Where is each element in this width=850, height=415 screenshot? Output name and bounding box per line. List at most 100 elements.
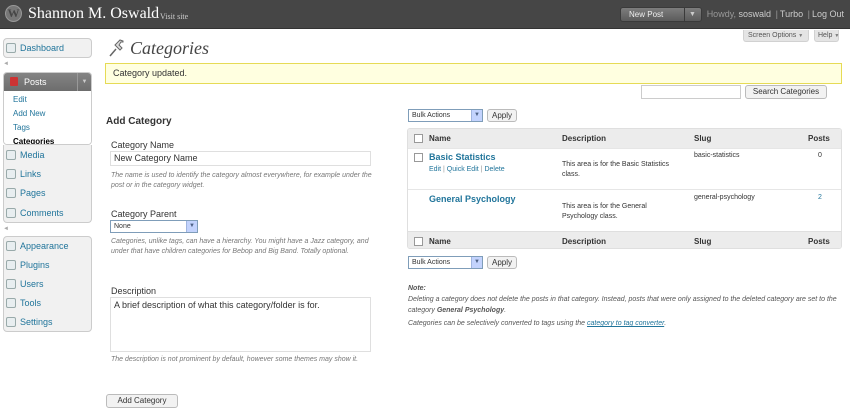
sidebar-item-tools[interactable]: Tools — [3, 294, 92, 312]
sidebar-item-label: Users — [20, 279, 44, 289]
separator: | — [807, 9, 810, 19]
chevron-down-icon[interactable]: ▼ — [77, 73, 91, 91]
site-title[interactable]: Shannon M. Oswald — [28, 5, 159, 23]
column-description[interactable]: Description — [562, 237, 606, 246]
sidebar-item-settings[interactable]: Settings — [3, 313, 92, 331]
bulk-actions-value: Bulk Actions — [412, 259, 451, 266]
categories-table: Name Description Slug Posts Basic Statis… — [407, 128, 842, 249]
sidebar-item-label: Plugins — [20, 260, 50, 270]
separator: | — [443, 166, 445, 173]
note-text: Categories can be selectively converted … — [408, 320, 586, 327]
dashboard-icon — [6, 43, 16, 53]
visit-site-label: Visit site — [160, 12, 189, 21]
pages-icon — [6, 188, 16, 198]
update-notice: Category updated. — [105, 63, 842, 84]
media-icon — [6, 150, 16, 160]
chevron-down-icon[interactable]: ▼ — [186, 221, 197, 232]
row-checkbox[interactable] — [414, 153, 423, 162]
category-name-label: Category Name — [111, 140, 175, 150]
column-name[interactable]: Name — [429, 134, 451, 143]
visit-site-dash: — — [150, 12, 158, 21]
sidebar-item-appearance[interactable]: Appearance — [3, 237, 92, 255]
table-footer: Name Description Slug Posts — [408, 231, 841, 248]
category-description: This area is for the Basic Statistics cl… — [562, 161, 669, 178]
username-link[interactable]: soswald — [739, 9, 772, 19]
add-category-button[interactable]: Add Category — [106, 394, 178, 408]
row-actions: Edit | Quick Edit | Delete — [429, 166, 505, 173]
screen-options-button[interactable]: Screen Options ▼ — [743, 30, 809, 42]
submenu-categories[interactable]: Categories — [4, 135, 91, 144]
column-description[interactable]: Description — [562, 134, 606, 143]
description-textarea[interactable]: A brief description of what this categor… — [110, 297, 371, 352]
chevron-down-icon[interactable]: ▼ — [689, 8, 696, 21]
category-parent-select[interactable]: None ▼ — [110, 220, 198, 233]
pin-icon — [10, 77, 18, 86]
bulk-actions-select[interactable]: Bulk Actions ▼ — [408, 256, 483, 269]
category-description: This area is for the General Psychology … — [562, 203, 647, 220]
bulk-actions-select[interactable]: Bulk Actions ▼ — [408, 109, 483, 122]
category-to-tag-converter-link[interactable]: category to tag converter — [587, 320, 664, 327]
screen-options-label: Screen Options — [748, 32, 797, 39]
column-slug[interactable]: Slug — [694, 134, 711, 143]
quick-edit-link[interactable]: Quick Edit — [447, 166, 479, 173]
delete-link[interactable]: Delete — [484, 166, 504, 173]
note-title: Note: — [408, 285, 426, 292]
submenu-add-new[interactable]: Add New — [4, 107, 91, 121]
category-post-count-link[interactable]: 2 — [818, 194, 822, 201]
search-input[interactable] — [641, 85, 741, 99]
sidebar-item-dashboard[interactable]: Dashboard — [3, 39, 92, 57]
user-info: Howdy, soswald | Turbo | Log Out — [707, 9, 844, 19]
sidebar-posts-section: Posts ▼ Edit Add New Tags Categories — [3, 72, 92, 145]
new-post-separator — [684, 8, 685, 21]
separator: | — [775, 9, 778, 19]
category-name-field[interactable]: New Category Name — [110, 151, 371, 166]
sidebar-item-posts[interactable]: Posts ▼ — [4, 73, 91, 91]
sidebar-item-media[interactable]: Media — [3, 146, 92, 164]
sidebar-item-pages[interactable]: Pages — [3, 184, 92, 202]
sidebar-item-label: Links — [20, 169, 42, 179]
column-name[interactable]: Name — [429, 237, 451, 246]
apply-button[interactable]: Apply — [487, 109, 517, 122]
sidebar-item-label: Posts — [24, 77, 47, 87]
add-category-heading: Add Category — [106, 116, 172, 127]
category-name-link[interactable]: General Psychology — [429, 194, 516, 204]
new-post-button[interactable]: New Post ▼ — [620, 7, 702, 22]
select-all-checkbox[interactable] — [414, 134, 423, 143]
chevron-down-icon[interactable]: ▼ — [471, 110, 482, 121]
howdy-text: Howdy, — [706, 9, 737, 19]
submenu-tags[interactable]: Tags — [4, 121, 91, 135]
menu-separator-arrow-icon[interactable]: ◄ — [3, 61, 9, 67]
chevron-down-icon[interactable]: ▼ — [471, 257, 482, 268]
apply-button[interactable]: Apply — [487, 256, 517, 269]
sidebar-item-label: Dashboard — [20, 43, 65, 53]
visit-site-link[interactable]: — Visit site — [150, 12, 188, 21]
note-line-2: Categories can be selectively converted … — [408, 318, 838, 329]
help-button[interactable]: Help ▼ — [814, 30, 839, 42]
turbo-link[interactable]: Turbo — [780, 9, 803, 19]
select-all-checkbox[interactable] — [414, 237, 423, 246]
sidebar-item-label: Tools — [20, 298, 42, 308]
logout-link[interactable]: Log Out — [812, 9, 844, 19]
note-box: Note: Deleting a category does not delet… — [408, 283, 838, 329]
sidebar-item-links[interactable]: Links — [3, 165, 92, 183]
submenu-edit[interactable]: Edit — [4, 93, 91, 107]
column-slug[interactable]: Slug — [694, 237, 711, 246]
sidebar-item-comments[interactable]: Comments — [3, 204, 92, 222]
sidebar-item-plugins[interactable]: Plugins — [3, 256, 92, 274]
posts-submenu: Edit Add New Tags Categories — [4, 91, 91, 144]
table-row: General Psychology This area is for the … — [408, 189, 841, 231]
admin-header: W Shannon M. Oswald — Visit site New Post… — [0, 0, 850, 29]
category-slug: general-psychology — [694, 194, 755, 201]
sidebar-item-users[interactable]: Users — [3, 275, 92, 293]
column-posts[interactable]: Posts — [808, 134, 830, 143]
edit-link[interactable]: Edit — [429, 166, 441, 173]
menu-separator-arrow-icon[interactable]: ◄ — [3, 226, 9, 232]
chevron-down-icon: ▼ — [798, 33, 804, 39]
sidebar-item-label: Media — [20, 150, 45, 160]
search-categories-button[interactable]: Search Categories — [745, 85, 827, 99]
column-posts[interactable]: Posts — [808, 237, 830, 246]
settings-icon — [6, 317, 16, 327]
category-name-link[interactable]: Basic Statistics — [429, 152, 496, 162]
wordpress-logo-icon: W — [5, 5, 22, 22]
note-default-category: General Psychology — [436, 307, 505, 314]
